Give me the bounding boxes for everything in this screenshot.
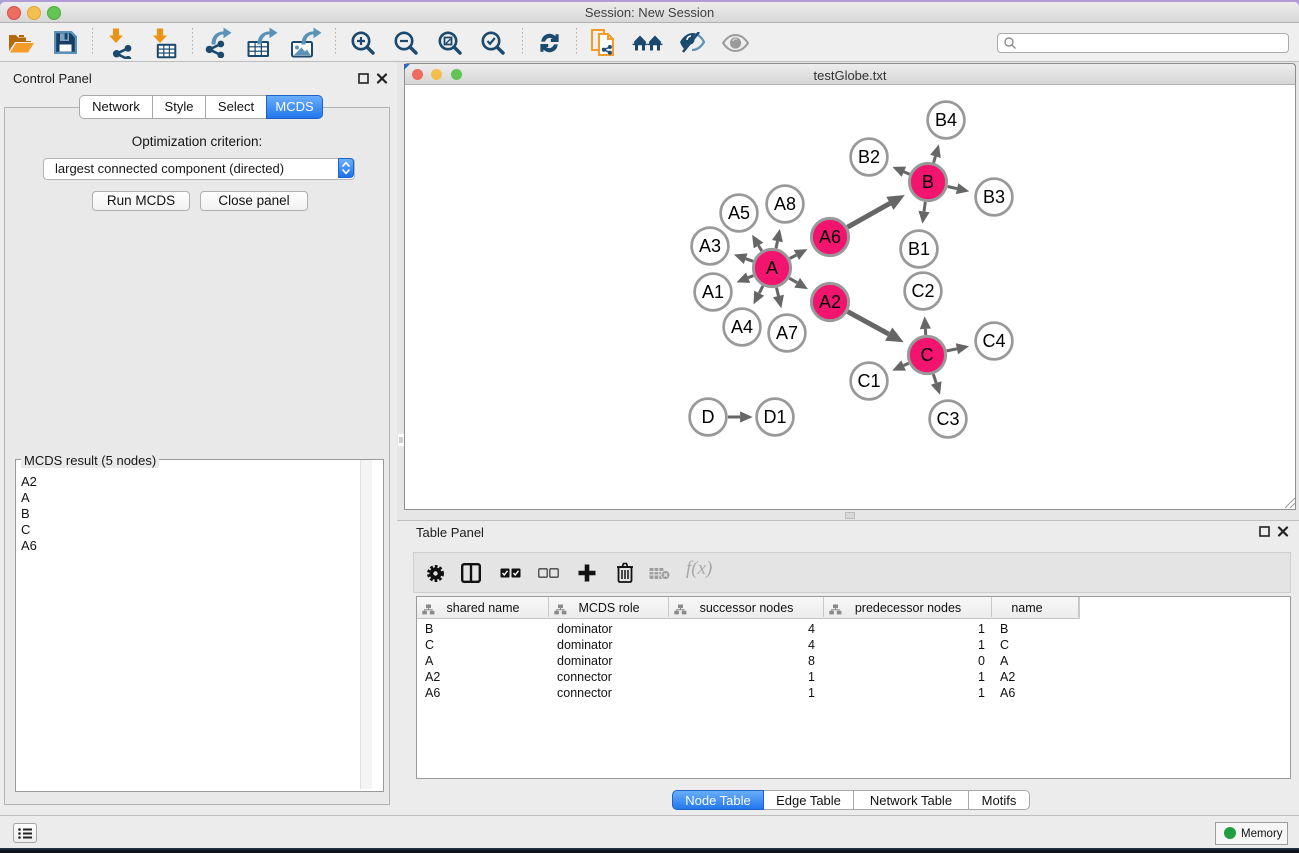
svg-text:A6: A6 [819, 227, 841, 247]
svg-text:C1: C1 [857, 371, 880, 391]
svg-text:A3: A3 [699, 236, 721, 256]
svg-text:B3: B3 [983, 187, 1005, 207]
svg-text:A2: A2 [819, 292, 841, 312]
svg-text:B4: B4 [935, 110, 957, 130]
svg-text:A7: A7 [776, 323, 798, 343]
svg-text:C4: C4 [982, 331, 1005, 351]
svg-text:B2: B2 [858, 147, 880, 167]
svg-text:A4: A4 [731, 317, 753, 337]
svg-text:D: D [702, 407, 715, 427]
svg-text:C2: C2 [911, 281, 934, 301]
svg-text:D1: D1 [763, 407, 786, 427]
svg-text:B1: B1 [908, 239, 930, 259]
svg-text:C: C [921, 345, 934, 365]
svg-text:A8: A8 [774, 194, 796, 214]
svg-text:A1: A1 [702, 282, 724, 302]
svg-text:A: A [766, 258, 778, 278]
svg-text:A5: A5 [728, 203, 750, 223]
svg-text:B: B [922, 172, 934, 192]
svg-text:C3: C3 [936, 409, 959, 429]
